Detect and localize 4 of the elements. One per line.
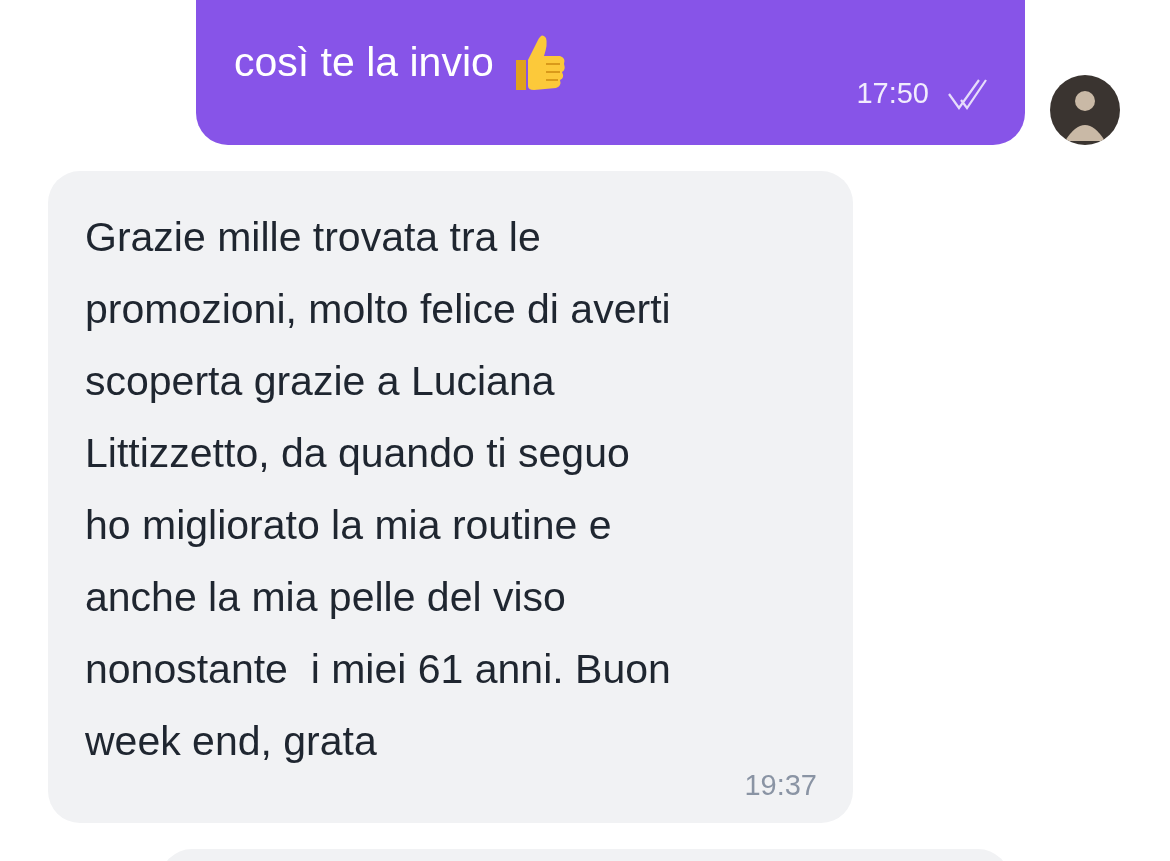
message-text: così te la invio <box>234 38 494 86</box>
message-text: Grazie mille trovata tra le promozioni, molto felice di averti scoperta grazie a Luciana Littizzetto, da quando ti seguo ho migliorato la mia routine e anche la mia pelle del viso nonostante i miei 61 anni. Buon week end, grata <box>85 213 672 766</box>
message-time: 19:37 <box>744 769 817 801</box>
message-time: 17:50 <box>856 77 929 110</box>
